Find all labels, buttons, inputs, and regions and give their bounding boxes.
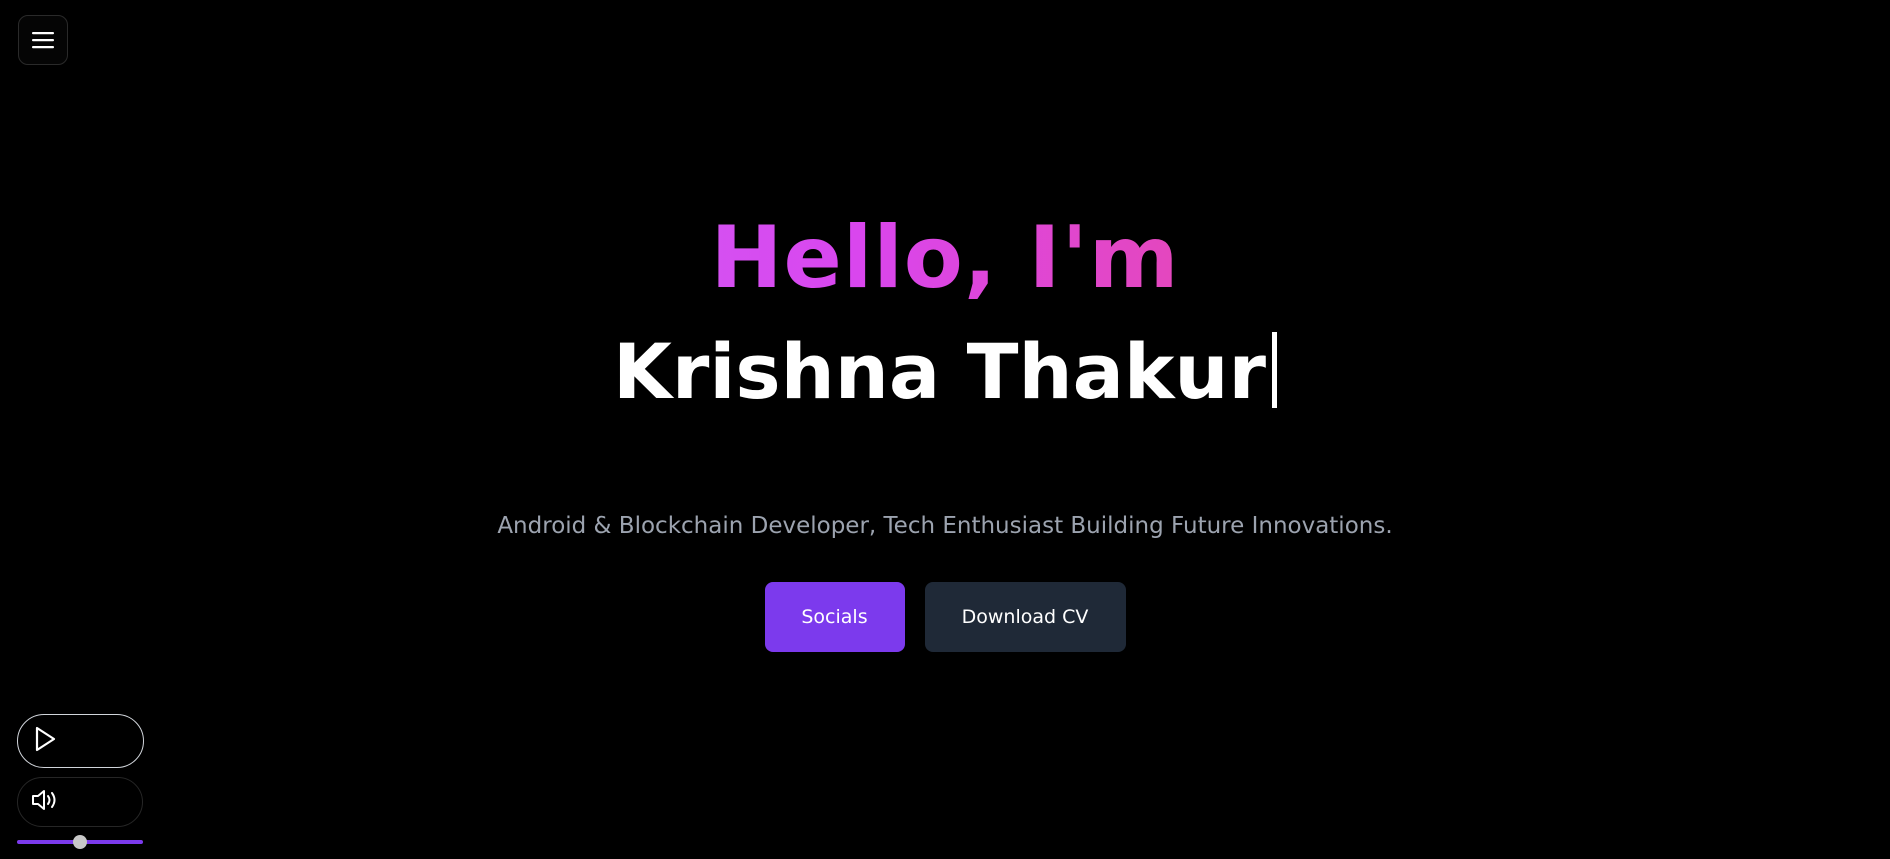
name-heading: Krishna Thakur xyxy=(0,322,1890,422)
volume-slider-thumb[interactable] xyxy=(73,835,87,849)
volume-slider[interactable] xyxy=(17,835,143,849)
name-text: Krishna Thakur xyxy=(613,327,1266,416)
greeting-heading: Hello, I'm xyxy=(0,203,1890,313)
typing-cursor xyxy=(1271,332,1277,408)
volume-button[interactable] xyxy=(17,777,143,827)
play-button[interactable] xyxy=(17,714,144,768)
greeting-text: Hello, I'm xyxy=(710,208,1180,308)
hero-section: Hello, I'm Krishna Thakur Android & Bloc… xyxy=(0,0,1890,859)
download-cv-button[interactable]: Download CV xyxy=(924,582,1126,652)
socials-button[interactable]: Socials xyxy=(764,582,905,652)
tagline: Android & Blockchain Developer, Tech Ent… xyxy=(497,513,1393,539)
hero-actions: Socials Download CV xyxy=(0,582,1890,652)
volume-icon xyxy=(30,787,60,817)
play-icon xyxy=(32,725,58,757)
music-player xyxy=(17,714,144,849)
